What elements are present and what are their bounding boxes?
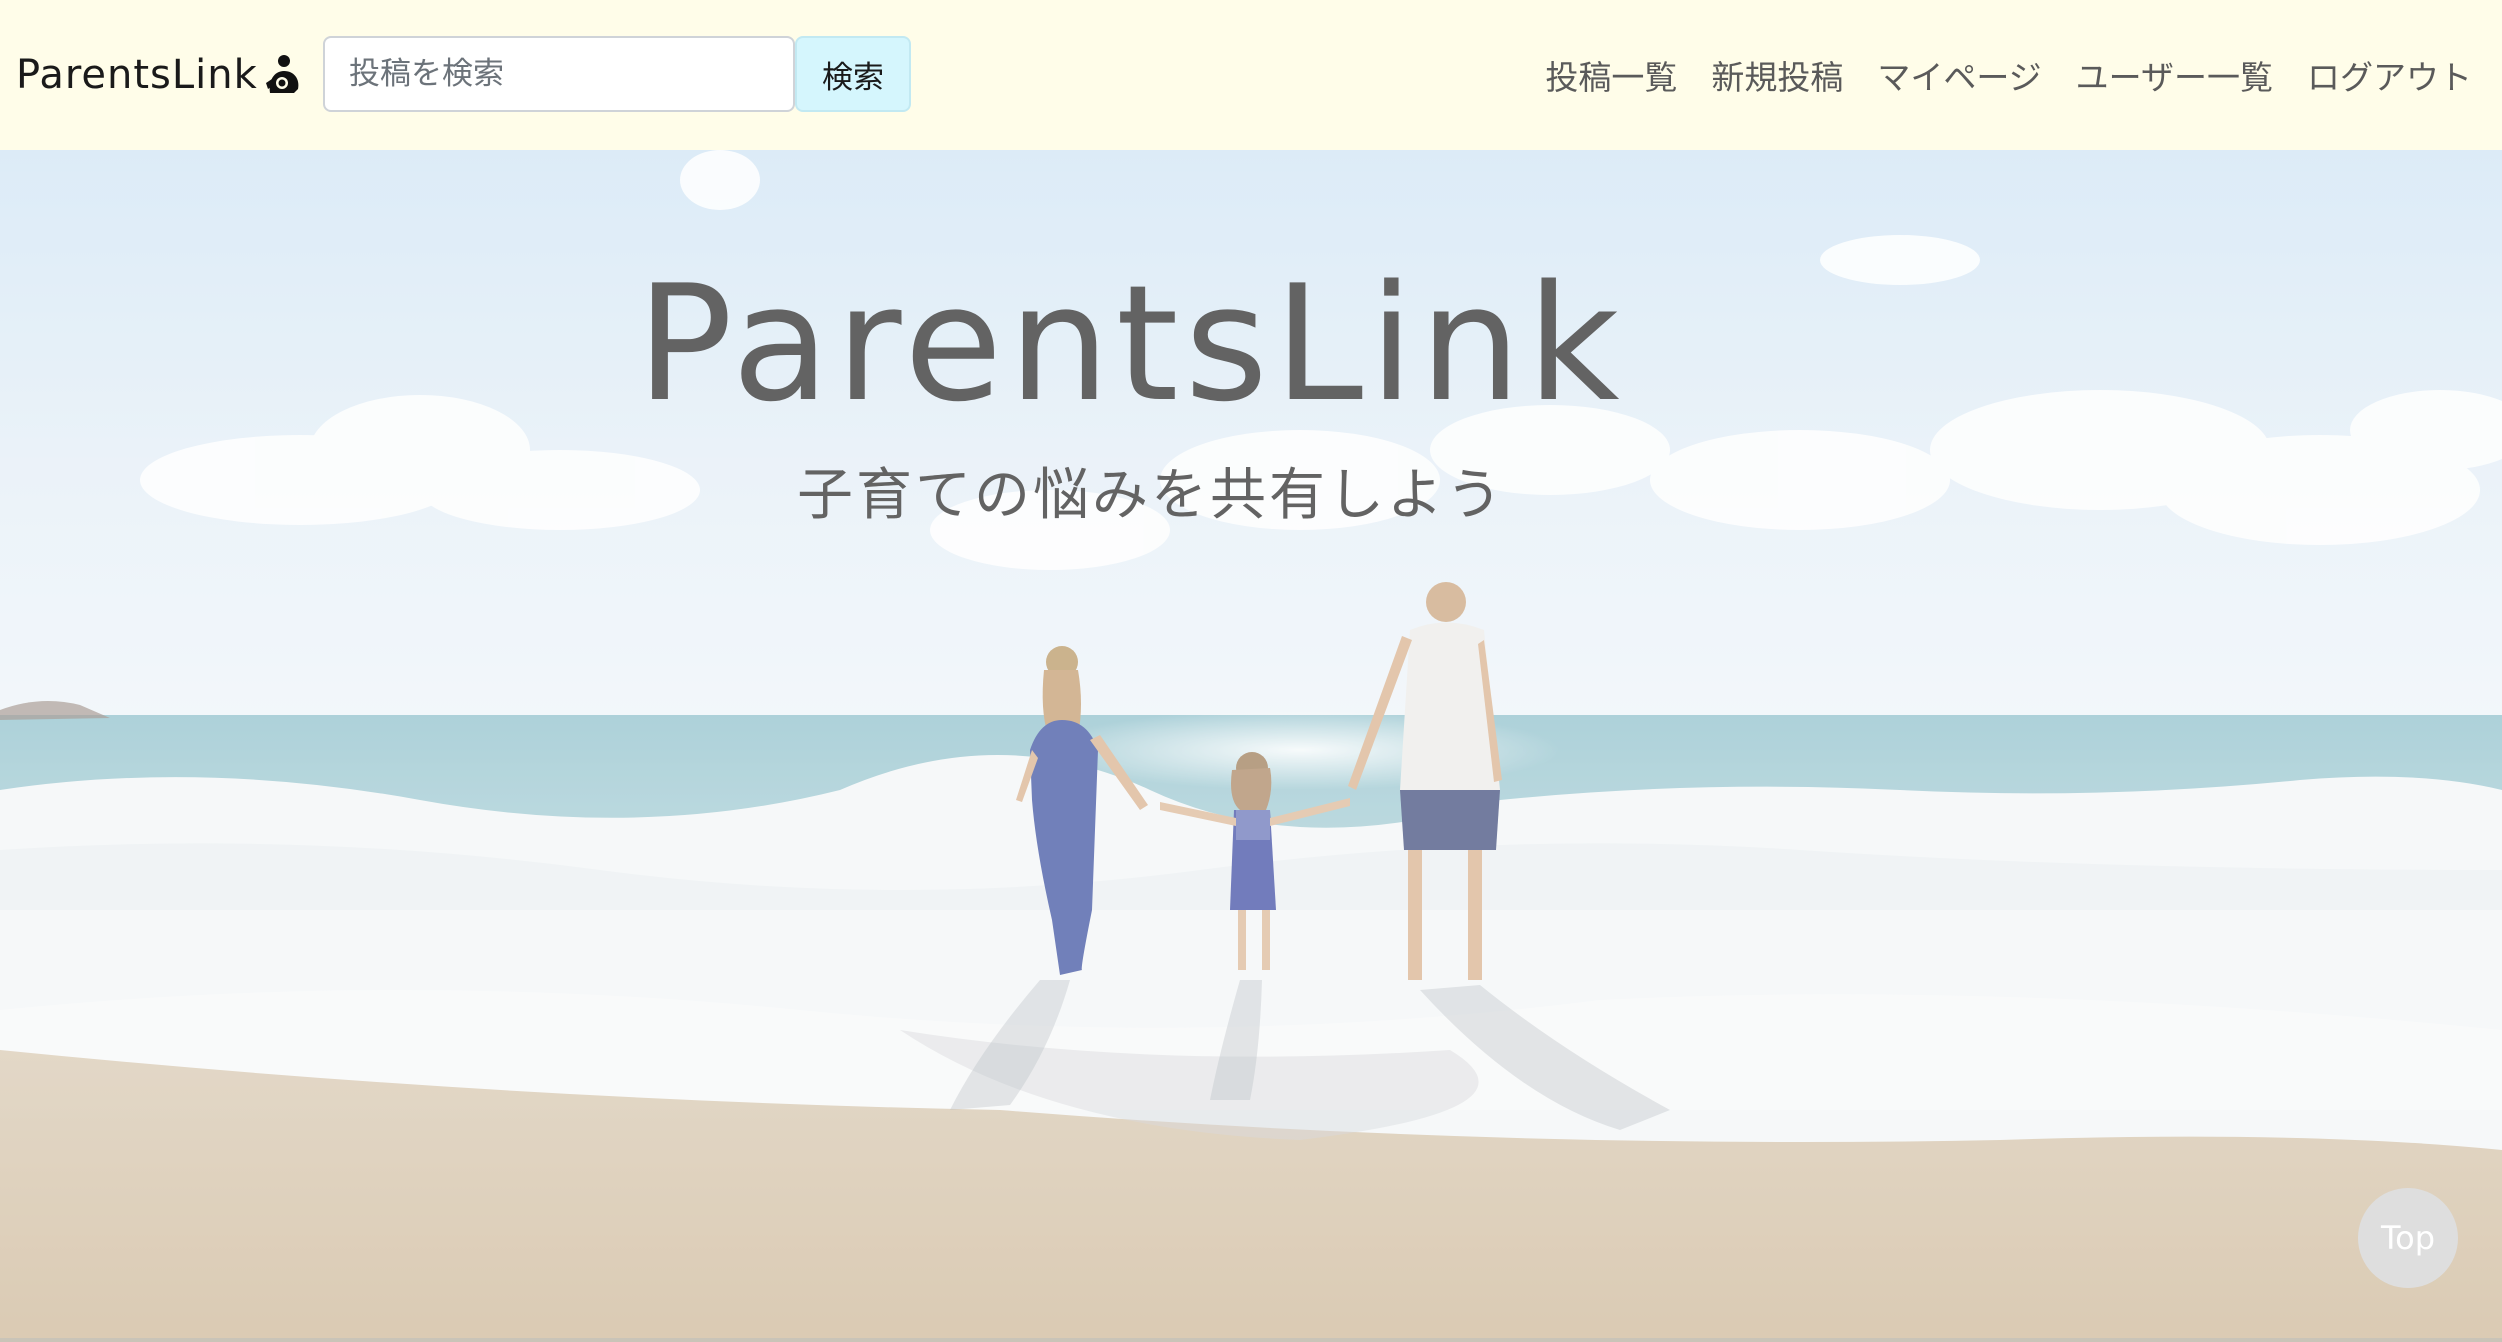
nav-link-new-post[interactable]: 新規投稿 — [1711, 51, 1843, 99]
scroll-top-button[interactable]: Top — [2358, 1188, 2458, 1288]
search-button[interactable]: 検索 — [795, 36, 911, 112]
nav-link-logout[interactable]: ログアウト — [2307, 51, 2472, 99]
hero-subtitle: 子育ての悩みを共有しよう — [797, 463, 1505, 528]
scroll-top-label: Top — [2381, 1219, 2435, 1257]
hero-section: ParentsLink 子育ての悩みを共有しよう — [0, 150, 2502, 1338]
brand-name: ParentsLink — [16, 52, 258, 98]
brand-link[interactable]: ParentsLink — [16, 40, 302, 110]
nav-link-mypage[interactable]: マイページ — [1877, 51, 2041, 99]
search-input[interactable] — [323, 36, 795, 112]
navbar: ParentsLink 検索 投稿一覧 新規投稿 マイページ ユーザー一覧 ログ… — [0, 0, 2502, 150]
nav-link-users[interactable]: ユーザー一覧 — [2076, 51, 2273, 99]
nav-link-posts[interactable]: 投稿一覧 — [1545, 51, 1677, 99]
hero-title: ParentsLink — [636, 250, 1626, 437]
parent-child-icon — [265, 55, 299, 93]
nav-links: 投稿一覧 新規投稿 マイページ ユーザー一覧 ログアウト — [1545, 40, 2472, 110]
content-peek — [0, 1338, 2502, 1342]
